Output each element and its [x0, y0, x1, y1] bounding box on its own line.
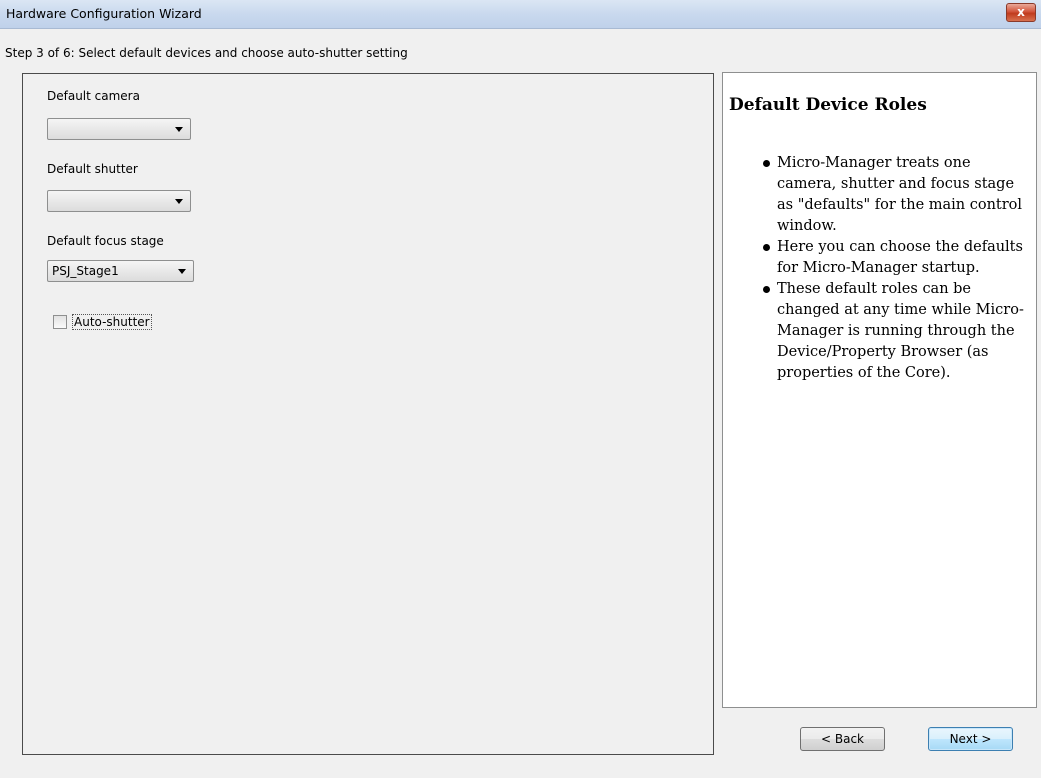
- close-button[interactable]: x: [1006, 3, 1036, 22]
- device-settings-panel: Default camera Default shutter Default f…: [22, 73, 714, 755]
- back-button[interactable]: < Back: [800, 727, 885, 751]
- next-button[interactable]: Next >: [928, 727, 1013, 751]
- help-item-text: Micro-Manager treats one camera, shutter…: [777, 155, 1023, 234]
- chevron-down-icon: [175, 199, 183, 204]
- auto-shutter-checkbox[interactable]: [53, 315, 67, 329]
- help-item: Micro-Manager treats one camera, shutter…: [763, 153, 1033, 237]
- help-item: These default roles can be changed at an…: [763, 279, 1033, 384]
- help-panel: Default Device Roles Micro-Manager treat…: [722, 72, 1037, 708]
- chevron-down-icon: [175, 127, 183, 132]
- default-focus-stage-label: Default focus stage: [47, 234, 164, 248]
- bullet-icon: [763, 244, 770, 251]
- bullet-icon: [763, 160, 770, 167]
- default-shutter-label: Default shutter: [47, 162, 138, 176]
- default-camera-label: Default camera: [47, 89, 140, 103]
- help-item-text: These default roles can be changed at an…: [777, 281, 1024, 381]
- window-title: Hardware Configuration Wizard: [6, 6, 202, 21]
- default-focus-stage-select[interactable]: PSJ_Stage1: [47, 260, 194, 282]
- help-title: Default Device Roles: [729, 95, 927, 115]
- help-list: Micro-Manager treats one camera, shutter…: [763, 153, 1033, 384]
- default-shutter-select[interactable]: [47, 190, 191, 212]
- default-camera-select[interactable]: [47, 118, 191, 140]
- auto-shutter-label[interactable]: Auto-shutter: [72, 314, 152, 330]
- bullet-icon: [763, 286, 770, 293]
- step-label: Step 3 of 6: Select default devices and …: [5, 46, 408, 60]
- chevron-down-icon: [178, 269, 186, 274]
- close-icon: x: [1017, 5, 1025, 19]
- title-bar: Hardware Configuration Wizard x: [0, 0, 1041, 29]
- help-item-text: Here you can choose the defaults for Mic…: [777, 239, 1023, 276]
- default-focus-stage-value: PSJ_Stage1: [52, 264, 119, 278]
- help-item: Here you can choose the defaults for Mic…: [763, 237, 1033, 279]
